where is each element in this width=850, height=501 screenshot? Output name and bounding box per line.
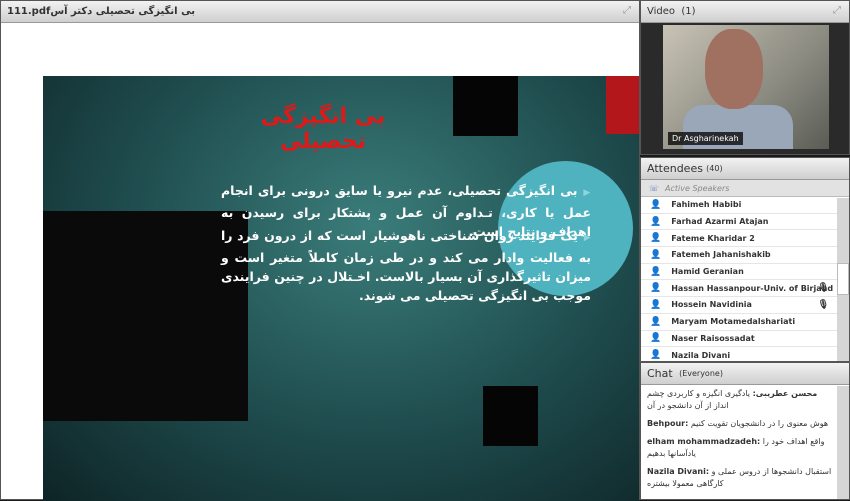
video-pod-header: Video (1) ⤢	[641, 1, 849, 23]
user-icon: 👤	[650, 299, 662, 310]
attendees-header: Attendees (40)	[641, 158, 849, 180]
decor-block	[43, 211, 248, 421]
chat-messages: محسن عطریبی: یادگیری انگیزه و کاربردی چش…	[641, 385, 849, 493]
share-pod-header: 111.pdfبی انگیزگی تحصیلی دکتر آس ⤢	[1, 1, 639, 23]
user-icon: 👤	[650, 233, 662, 244]
presenter-face	[705, 29, 763, 109]
scrollbar[interactable]	[837, 198, 849, 361]
phone-icon: ☏	[649, 183, 660, 193]
attendee-name: Hossein Navidinia	[671, 300, 752, 310]
document-title: 111.pdfبی انگیزگی تحصیلی دکتر آس	[7, 6, 195, 17]
video-pod: Video (1) ⤢ Dr Asgharinekah	[640, 0, 850, 155]
chat-text: هوش معنوی را در دانشجویان تقویت کنیم	[690, 419, 829, 428]
attendee-row[interactable]: 👤 Hossein Navidinia 🎙	[641, 297, 837, 314]
attendee-name: Hamid Geranian	[671, 267, 744, 277]
chat-sender: Nazila Divani:	[647, 467, 710, 476]
chat-message: Nazila Divani: استقبال دانشجوها از دروس …	[641, 463, 849, 493]
attendee-row[interactable]: 👤 Hamid Geranian	[641, 264, 837, 281]
chat-scrollbar[interactable]	[837, 386, 849, 499]
decor-red-block	[606, 76, 639, 134]
microphone-icon: 🎙	[817, 299, 829, 310]
attendees-count: (40)	[706, 164, 723, 173]
user-icon: 👤	[650, 266, 662, 277]
video-title: Video	[647, 6, 676, 17]
active-speakers-label: Active Speakers	[665, 183, 730, 193]
attendee-list: 👤 Fahimeh Habibi 👤 Farhad Azarmi Atajan 👤 Fat…	[641, 197, 849, 364]
camera-label: Dr Asgharinekah	[668, 132, 743, 145]
attendee-name: Fatemeh Jahanishakib	[671, 250, 771, 260]
chat-title: Chat	[647, 367, 673, 380]
active-speakers: ☏ Active Speakers	[641, 180, 849, 197]
attendee-name: Naser Raisossadat	[671, 333, 755, 343]
attendee-row[interactable]: 👤 Maryam Motamedalshariati	[641, 314, 837, 331]
attendee-row[interactable]: 👤 Hassan Hassanpour-Univ. of Birjand 🎙	[641, 280, 837, 298]
microphone-icon: 🎙	[817, 283, 829, 294]
attendee-name: Hassan Hassanpour-Univ. of Birjand	[671, 283, 834, 293]
attendee-row[interactable]: 👤 Farhad Azarmi Atajan	[641, 214, 837, 231]
chat-scope: (Everyone)	[679, 369, 723, 378]
decor-block	[483, 386, 538, 446]
video-count: (1)	[681, 6, 696, 17]
user-icon: 👤	[650, 316, 662, 327]
attendee-name: Maryam Motamedalshariati	[671, 317, 796, 327]
slide-title: بی انگیزگی تحصیلی	[260, 104, 386, 154]
user-icon: 👤	[650, 333, 662, 344]
attendee-row[interactable]: 👤 Fahimeh Habibi	[641, 197, 837, 214]
chat-sender: محسن عطریبی:	[752, 389, 818, 398]
attendee-name: Farhad Azarmi Atajan	[671, 217, 769, 227]
attendee-row[interactable]: 👤 Fatemeh Jahanishakib	[641, 247, 837, 264]
attendee-name: Nazila Divani	[671, 350, 731, 360]
attendee-row[interactable]: 👤 Fateme Kharidar 2	[641, 230, 837, 248]
chat-message: محسن عطریبی: یادگیری انگیزه و کاربردی چش…	[641, 385, 849, 415]
chat-message: Behpour: هوش معنوی را در دانشجویان تقویت…	[641, 415, 849, 433]
user-icon: 👤	[650, 199, 662, 210]
chat-sender: Behpour:	[647, 419, 689, 428]
attendee-name: Fateme Kharidar 2	[671, 233, 755, 243]
presentation-slide: بی انگیزگی تحصیلی بی انگیزگی تحصیلی، عدم…	[43, 76, 639, 501]
attendees-title: Attendees	[647, 162, 703, 175]
chat-sender: elham mohammadzadeh:	[647, 437, 761, 446]
user-icon: 👤	[650, 216, 662, 227]
webcam-feed: Dr Asgharinekah	[663, 25, 829, 149]
chat-message: elham mohammadzadeh: واقع اهداف خود را ی…	[641, 433, 849, 463]
decor-block	[453, 76, 518, 136]
user-icon: 👤	[650, 283, 662, 294]
scroll-thumb[interactable]	[837, 263, 849, 295]
user-icon: 👤	[650, 350, 662, 361]
chat-header: Chat (Everyone)	[641, 363, 849, 385]
user-icon: 👤	[650, 249, 662, 260]
chat-text: یادگیری انگیزه و کاربردی چشم انداز از آن…	[647, 389, 751, 410]
chat-pod: Chat (Everyone) محسن عطریبی: یادگیری انگ…	[640, 362, 850, 500]
attendee-name: Fahimeh Habibi	[671, 200, 742, 210]
expand-icon[interactable]: ⤢	[833, 5, 841, 16]
share-pod: 111.pdfبی انگیزگی تحصیلی دکتر آس ⤢ بی ان…	[0, 0, 640, 501]
attendees-pod: Attendees (40) ☏ Active Speakers 👤 Fahimeh…	[640, 157, 850, 364]
expand-icon[interactable]: ⤢	[623, 5, 631, 16]
slide-bullet: یک فرایند روان شناختی ناهوشیار است که از…	[221, 226, 591, 305]
attendee-row[interactable]: 👤 Naser Raisossadat	[641, 331, 837, 348]
